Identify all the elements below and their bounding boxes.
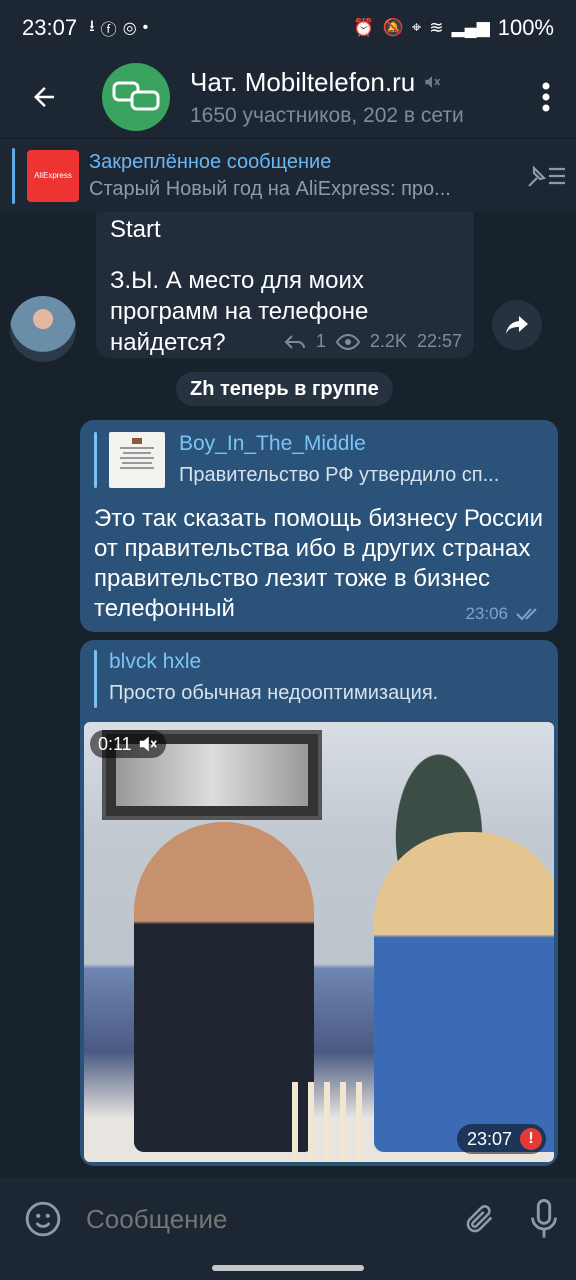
outgoing-message[interactable]: Boy_In_The_Middle Правительство РФ утвер… [80, 420, 558, 632]
reply-count: 1 [315, 331, 326, 351]
message-composer [0, 1178, 576, 1260]
status-time: 23:07 [22, 15, 78, 40]
paperclip-icon [466, 1205, 493, 1233]
outgoing-video-message[interactable]: blvck hxle Просто обычная недооптимизаци… [80, 640, 558, 1166]
message-meta: 1 2.2K 22:57 [284, 331, 462, 352]
incoming-message[interactable]: Start З.Ы. А место для моих программ на … [96, 212, 474, 358]
reply-icon [284, 334, 305, 349]
chat-bubbles-icon [112, 81, 160, 111]
reply-quote[interactable]: Boy_In_The_Middle Правительство РФ утвер… [94, 432, 544, 488]
pinned-text: Старый Новый год на AliExpress: про... [89, 177, 451, 200]
attach-button[interactable] [448, 1200, 512, 1238]
video-time-badge: 23:07 ! [456, 1124, 546, 1154]
alarm-icon: ⏰ [353, 18, 375, 37]
chat-header: Чат. Mobiltelefon.ru 1650 участников, 20… [0, 56, 576, 138]
quote-text: Правительство РФ утвердило сп... [179, 464, 500, 486]
pinned-thumbnail: AliExpress [27, 149, 79, 202]
muted-speaker-icon [425, 76, 441, 88]
chat-info[interactable]: Чат. Mobiltelefon.ru 1650 участников, 20… [190, 67, 516, 128]
status-bar: 23:07 ⭳ ⓕ ◎ • ⏰ 🔕 ⌖ ≋ ▂▄▆ 100% [0, 0, 576, 56]
location-icon: ⌖ [411, 18, 422, 37]
quote-author: Boy_In_The_Middle [179, 432, 366, 455]
message-time: 22:57 [416, 331, 462, 351]
battery-level: 100% [497, 15, 554, 40]
facebook-icon: ⓕ [100, 22, 117, 39]
microphone-icon [531, 1199, 557, 1238]
quote-text: Просто обычная недооптимизация. [109, 682, 439, 704]
pinned-message-bar[interactable]: AliExpress Закреплённое сообщение Старый… [0, 138, 576, 212]
video-scene-candles [292, 1072, 382, 1162]
send-error-icon[interactable]: ! [520, 1128, 542, 1150]
wifi-icon: ≋ [429, 18, 444, 37]
emoji-button[interactable] [0, 1200, 86, 1238]
pinned-list-button[interactable] [516, 162, 576, 190]
sender-avatar[interactable] [10, 296, 76, 362]
pin-list-icon [528, 164, 565, 187]
pinned-indicator [12, 147, 15, 204]
signal-icon: ▂▄▆ [451, 18, 490, 37]
voice-record-button[interactable] [512, 1199, 576, 1239]
service-message: Zh теперь в группе [176, 372, 393, 406]
chat-title: Чат. Mobiltelefon.ru [190, 66, 416, 97]
sound-off-icon [139, 736, 157, 752]
views-eye-icon [335, 333, 360, 350]
share-arrow-icon [506, 316, 528, 334]
quote-author: blvck hxle [109, 650, 202, 673]
back-button[interactable] [0, 56, 88, 138]
video-player[interactable]: 0:11 23:07 ! [84, 722, 554, 1162]
message-list[interactable]: Start З.Ы. А место для моих программ на … [0, 212, 576, 1178]
more-options-button[interactable] [516, 82, 576, 112]
download-icon: ⭳ [89, 17, 95, 35]
message-time: 23:07 [466, 1128, 512, 1149]
smiley-icon [25, 1201, 61, 1237]
view-count: 2.2K [369, 331, 407, 351]
chat-subtitle: 1650 участников, 202 в сети [190, 103, 464, 127]
double-check-icon [516, 608, 537, 621]
home-gesture-pill[interactable] [212, 1265, 364, 1271]
video-scene-person [134, 822, 314, 1152]
video-duration: 0:11 [98, 733, 132, 754]
arrow-left-icon [34, 87, 54, 107]
video-duration-badge[interactable]: 0:11 [90, 730, 166, 758]
reply-quote[interactable]: blvck hxle Просто обычная недооптимизаци… [84, 650, 554, 708]
message-text-clip: Start [110, 216, 161, 243]
app-icon: ◎ [122, 20, 137, 37]
dot-icon: • [142, 19, 149, 36]
quote-indicator [94, 650, 97, 708]
pinned-label: Закреплённое сообщение [89, 150, 332, 173]
share-button[interactable] [492, 300, 542, 350]
mute-icon: 🔕 [382, 18, 404, 37]
message-meta: 23:06 [465, 604, 544, 624]
quote-indicator [94, 432, 97, 488]
kebab-menu-icon [542, 82, 550, 112]
message-input[interactable] [86, 1203, 448, 1235]
video-scene-person [374, 832, 554, 1152]
group-avatar[interactable] [102, 63, 170, 131]
message-time: 23:06 [465, 604, 508, 623]
document-thumbnail-icon [109, 432, 165, 488]
